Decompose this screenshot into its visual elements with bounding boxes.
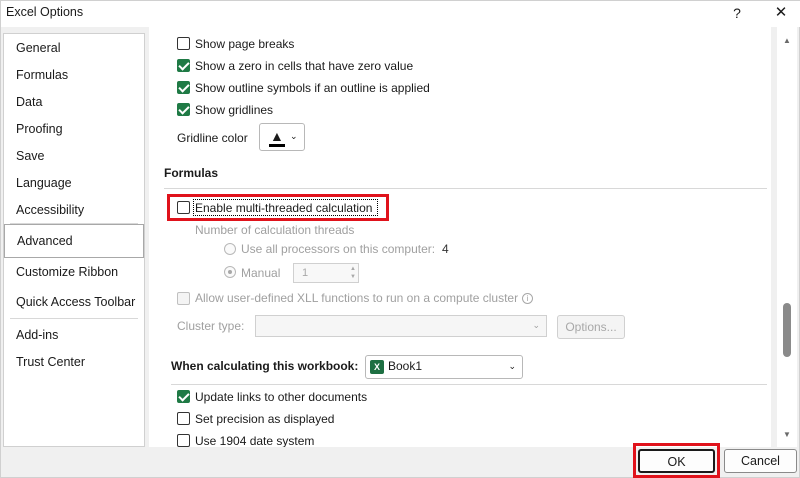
sidebar-item-formulas[interactable]: Formulas (4, 63, 144, 87)
cancel-button[interactable]: Cancel (724, 449, 797, 473)
use-1904-label: Use 1904 date system (195, 434, 315, 447)
options-sidebar: General Formulas Data Proofing Save Lang… (3, 33, 145, 447)
dialog-title: Excel Options (6, 5, 84, 19)
use-all-processors-radio[interactable] (224, 243, 236, 255)
stepper-arrows-icon: ▲ ▼ (350, 266, 356, 280)
vertical-scrollbar[interactable]: ▲ ▼ (777, 27, 797, 447)
advanced-options-panel: Show page breaks Show a zero in cells th… (149, 27, 771, 447)
multithreaded-calculation-checkbox[interactable] (177, 201, 190, 214)
workbook-select[interactable]: X Book1 ⌄ (365, 355, 523, 379)
section-divider (171, 384, 767, 385)
sidebar-item-data[interactable]: Data (4, 90, 144, 114)
sidebar-item-quick-access-toolbar[interactable]: Quick Access Toolbar (4, 290, 144, 314)
cluster-options-button[interactable]: Options... (557, 315, 625, 339)
calculation-threads-label: Number of calculation threads (195, 223, 355, 237)
show-page-breaks-checkbox[interactable] (177, 37, 190, 50)
xll-functions-checkbox[interactable] (177, 292, 190, 305)
sidebar-item-trust-center[interactable]: Trust Center (4, 350, 144, 374)
paint-bucket-icon: ▲ (270, 128, 284, 144)
show-gridlines-label: Show gridlines (195, 103, 274, 117)
workbook-select-value: Book1 (388, 359, 423, 373)
update-links-checkbox[interactable] (177, 390, 190, 403)
cluster-type-select[interactable]: ⌄ (255, 315, 547, 337)
scrollbar-thumb[interactable] (783, 303, 791, 357)
update-links-label: Update links to other documents (195, 390, 368, 404)
chevron-down-icon: ⌄ (290, 131, 298, 141)
sidebar-item-advanced[interactable]: Advanced (4, 224, 144, 258)
sidebar-divider (10, 318, 138, 319)
scroll-up-icon[interactable]: ▲ (781, 35, 793, 47)
excel-options-dialog: Excel Options ? ✕ General Formulas Data … (0, 0, 800, 478)
show-zero-checkbox[interactable] (177, 59, 190, 72)
chevron-down-icon: ⌄ (532, 320, 540, 330)
scroll-down-icon[interactable]: ▼ (781, 429, 793, 441)
sidebar-item-proofing[interactable]: Proofing (4, 117, 144, 141)
show-outline-label: Show outline symbols if an outline is ap… (195, 81, 430, 95)
title-bar: Excel Options ? ✕ (1, 1, 800, 27)
info-icon: i (522, 293, 534, 305)
processor-count: 4 (442, 242, 449, 256)
show-zero-label: Show a zero in cells that have zero valu… (195, 59, 414, 73)
manual-threads-label: Manual (241, 266, 281, 280)
use-1904-checkbox[interactable] (177, 434, 190, 447)
gridline-color-picker[interactable]: ▲ ⌄ (259, 123, 305, 151)
excel-workbook-icon: X (370, 360, 384, 374)
gridline-color-label: Gridline color (177, 131, 248, 145)
chevron-down-icon: ⌄ (508, 361, 516, 371)
formulas-section-heading: Formulas (164, 166, 219, 180)
ok-button[interactable]: OK (638, 449, 715, 473)
show-page-breaks-label: Show page breaks (195, 37, 295, 51)
xll-functions-label: Allow user-defined XLL functions to run … (195, 289, 534, 307)
manual-threads-stepper[interactable]: 1 ▲ ▼ (293, 263, 359, 283)
sidebar-item-save[interactable]: Save (4, 144, 144, 168)
help-button[interactable]: ? (728, 2, 746, 24)
set-precision-label: Set precision as displayed (195, 412, 335, 426)
sidebar-item-accessibility[interactable]: Accessibility (4, 198, 144, 222)
manual-threads-radio[interactable] (224, 266, 236, 278)
sidebar-item-general[interactable]: General (4, 36, 144, 60)
manual-threads-value: 1 (302, 267, 309, 279)
show-gridlines-checkbox[interactable] (177, 103, 190, 116)
use-all-processors-label: Use all processors on this computer: (241, 242, 436, 256)
workbook-section-heading: When calculating this workbook: (171, 359, 359, 373)
cluster-type-label: Cluster type: (177, 319, 245, 333)
sidebar-item-language[interactable]: Language (4, 171, 144, 195)
close-button[interactable]: ✕ (769, 2, 793, 24)
multithreaded-calculation-label: Enable multi-threaded calculation (195, 201, 373, 215)
sidebar-item-add-ins[interactable]: Add-ins (4, 323, 144, 347)
section-divider (164, 188, 767, 189)
sidebar-item-customize-ribbon[interactable]: Customize Ribbon (4, 260, 144, 284)
set-precision-checkbox[interactable] (177, 412, 190, 425)
gridline-color-swatch (269, 144, 285, 147)
show-outline-checkbox[interactable] (177, 81, 190, 94)
